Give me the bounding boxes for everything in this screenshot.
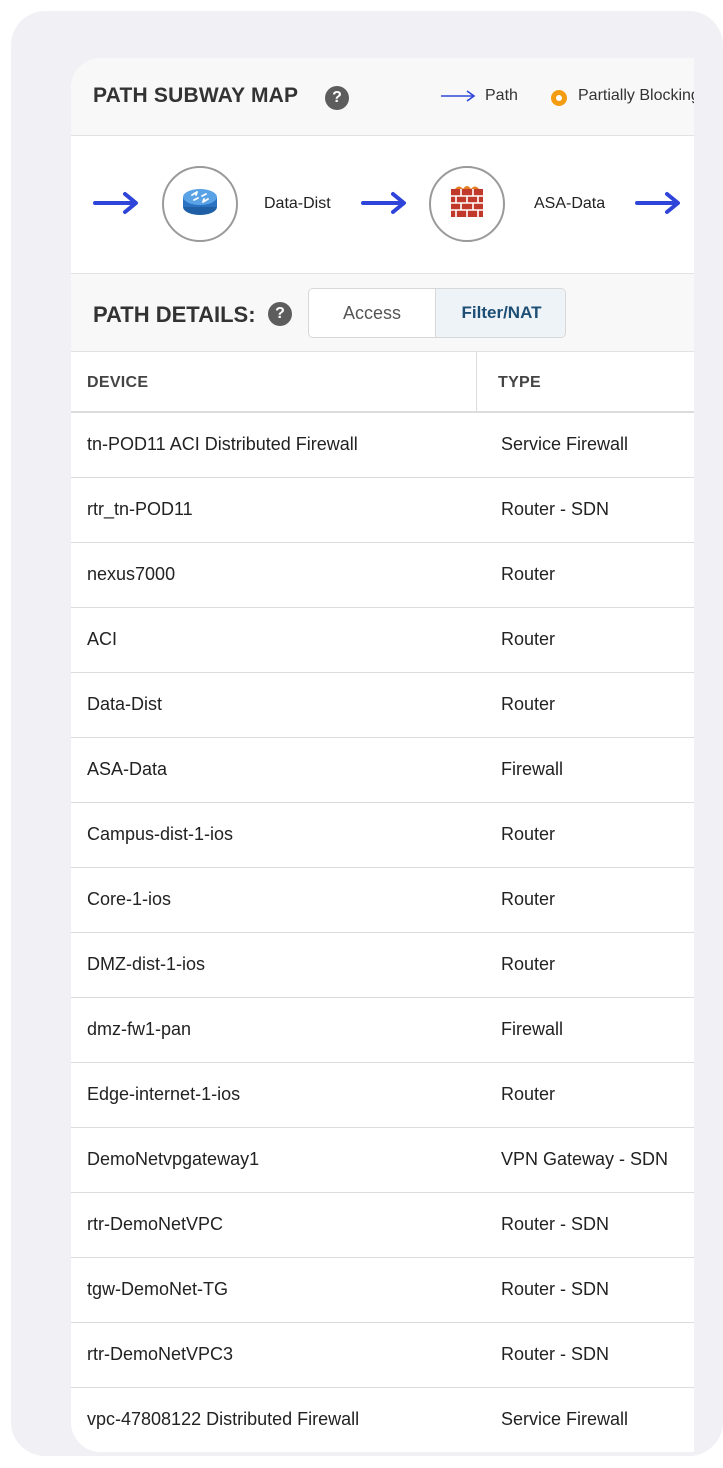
legend-partial-blocking-icon xyxy=(551,90,567,106)
path-arrow-icon xyxy=(93,191,139,220)
device-cell: ASA-Data xyxy=(87,759,168,779)
column-header-device[interactable]: DEVICE xyxy=(87,374,148,392)
device-cell: rtr-DemoNetVPC3 xyxy=(87,1344,234,1364)
device-cell: Campus-dist-1-ios xyxy=(87,824,234,844)
page-background: PATH SUBWAY MAP ? Path Partially Blockin… xyxy=(11,11,723,1456)
device-cell: Data-Dist xyxy=(87,694,163,714)
device-cell: rtr-DemoNetVPC xyxy=(87,1214,224,1234)
column-header-type[interactable]: TYPE xyxy=(498,374,541,392)
table-row[interactable]: ASA-Data Firewall xyxy=(71,738,694,803)
type-cell: Router - SDN xyxy=(501,1279,610,1299)
subway-node-data-dist[interactable] xyxy=(162,166,238,242)
table-row[interactable]: Edge-internet-1-ios Router xyxy=(71,1063,694,1128)
type-cell: Router - SDN xyxy=(501,1344,610,1364)
table-row[interactable]: Core-1-ios Router xyxy=(71,868,694,933)
legend-partial-blocking-label: Partially Blocking xyxy=(578,87,694,104)
table-header: DEVICE TYPE xyxy=(71,352,694,413)
tab-access[interactable]: Access xyxy=(309,289,436,337)
path-panel: PATH SUBWAY MAP ? Path Partially Blockin… xyxy=(71,58,694,1452)
path-details-title: PATH DETAILS: xyxy=(93,302,256,327)
device-cell: DMZ-dist-1-ios xyxy=(87,954,206,974)
firewall-icon xyxy=(447,185,487,224)
path-details-help-icon[interactable]: ? xyxy=(268,302,292,326)
table-row[interactable]: rtr-DemoNetVPC3 Router - SDN xyxy=(71,1323,694,1388)
subway-help-icon[interactable]: ? xyxy=(325,86,349,110)
router-icon xyxy=(180,185,220,224)
device-cell: DemoNetvpgateway1 xyxy=(87,1149,260,1169)
device-cell: Core-1-ios xyxy=(87,889,172,909)
column-divider[interactable] xyxy=(476,352,477,413)
table-row[interactable]: tn-POD11 ACI Distributed Firewall Service… xyxy=(71,413,694,478)
table-row[interactable]: rtr_tn-POD11 Router - SDN xyxy=(71,478,694,543)
path-details-header: PATH DETAILS: ? Access Filter/NAT xyxy=(71,274,694,352)
device-cell: ACI xyxy=(87,629,118,649)
subway-map-header: PATH SUBWAY MAP ? Path Partially Blockin… xyxy=(71,58,694,136)
type-cell: VPN Gateway - SDN xyxy=(501,1149,669,1169)
type-cell: Router xyxy=(501,564,556,584)
table-body: tn-POD11 ACI Distributed Firewall Service… xyxy=(71,413,694,1452)
subway-node-label: Data-Dist xyxy=(264,195,331,212)
type-cell: Router xyxy=(501,889,556,909)
legend-path-label: Path xyxy=(485,87,518,104)
type-cell: Router xyxy=(501,694,556,714)
table-row[interactable]: Campus-dist-1-ios Router xyxy=(71,803,694,868)
table-row[interactable]: DMZ-dist-1-ios Router xyxy=(71,933,694,998)
table-row[interactable]: tgw-DemoNet-TG Router - SDN xyxy=(71,1258,694,1323)
type-cell: Router xyxy=(501,1084,556,1104)
type-cell: Service Firewall xyxy=(501,1409,629,1429)
table-row[interactable]: Data-Dist Router xyxy=(71,673,694,738)
table-row[interactable]: rtr-DemoNetVPC Router - SDN xyxy=(71,1193,694,1258)
type-cell: Firewall xyxy=(501,759,564,779)
table-row[interactable]: ACI Router xyxy=(71,608,694,673)
type-cell: Service Firewall xyxy=(501,434,629,454)
device-cell: Edge-internet-1-ios xyxy=(87,1084,241,1104)
type-cell: Firewall xyxy=(501,1019,564,1039)
device-cell: rtr_tn-POD11 xyxy=(87,499,193,519)
path-devices-table: DEVICE TYPE tn-POD11 ACI Distributed Fir… xyxy=(71,352,694,1452)
path-arrow-icon xyxy=(635,191,681,220)
path-arrow-icon xyxy=(361,191,407,220)
device-cell: tgw-DemoNet-TG xyxy=(87,1279,229,1299)
device-cell: vpc-47808122 Distributed Firewall xyxy=(87,1409,360,1429)
table-row[interactable]: dmz-fw1-pan Firewall xyxy=(71,998,694,1063)
subway-map: Data-Dist ASA-Data xyxy=(71,136,694,274)
subway-node-label: ASA-Data xyxy=(534,195,606,212)
type-cell: Router xyxy=(501,629,556,649)
subway-node-asa-data[interactable] xyxy=(429,166,505,242)
device-cell: nexus7000 xyxy=(87,564,176,584)
type-cell: Router - SDN xyxy=(501,1214,610,1234)
table-row[interactable]: vpc-47808122 Distributed Firewall Service… xyxy=(71,1388,694,1452)
type-cell: Router - SDN xyxy=(501,499,610,519)
tab-filter-nat[interactable]: Filter/NAT xyxy=(436,289,565,337)
device-cell: dmz-fw1-pan xyxy=(87,1019,192,1039)
path-details-tabs: Access Filter/NAT xyxy=(308,288,566,338)
subway-map-title: PATH SUBWAY MAP xyxy=(93,84,299,107)
legend-path-arrow-icon xyxy=(441,88,477,109)
type-cell: Router xyxy=(501,954,556,974)
device-cell: tn-POD11 ACI Distributed Firewall xyxy=(87,434,358,454)
table-row[interactable]: DemoNetvpgateway1 VPN Gateway - SDN xyxy=(71,1128,694,1193)
table-row[interactable]: nexus7000 Router xyxy=(71,543,694,608)
type-cell: Router xyxy=(501,824,556,844)
